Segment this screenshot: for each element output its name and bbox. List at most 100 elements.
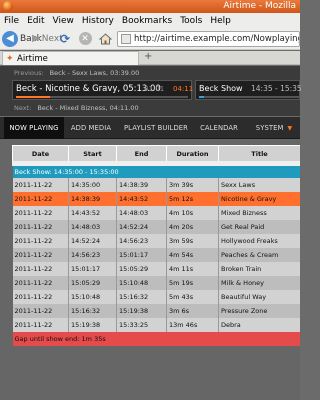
menu-help[interactable]: Help (210, 16, 231, 26)
cell-title: Peaches & Cream (218, 247, 300, 262)
next-track: Beck - Mixed Bizness, 04:11.00 (37, 104, 139, 112)
col-header-date[interactable]: Date (12, 145, 69, 166)
dropdown-caret-icon: ▼ (287, 124, 293, 132)
cell-start: 14:48:03 (68, 219, 117, 234)
table-row[interactable]: 2011-11-22 14:56:23 15:01:17 4m 54s Peaches … (12, 247, 300, 262)
tab-title: Airtime (17, 53, 48, 64)
table-row[interactable]: 2011-11-22 14:43:52 14:48:03 4m 10s Mixed Bi… (12, 205, 300, 220)
table-row[interactable]: 2011-11-22 15:10:48 15:16:32 5m 43s Beautifu… (12, 289, 300, 304)
nav-now-playing[interactable]: NOW PLAYING (4, 117, 64, 139)
cell-date: 2011-11-22 (12, 219, 69, 234)
table-row[interactable]: 2011-11-22 15:16:32 15:19:38 3m 6s Pressure … (12, 303, 300, 318)
cell-date: 2011-11-22 (12, 289, 69, 304)
cell-title: Broken Train (218, 261, 300, 276)
menubar: File Edit View History Bookmarks Tools H… (0, 13, 300, 28)
menu-view[interactable]: View (53, 16, 74, 26)
menu-edit[interactable]: Edit (27, 16, 44, 26)
tab-bar: ✦ Airtime + (0, 51, 300, 65)
menu-bookmarks[interactable]: Bookmarks (122, 16, 172, 26)
table-row[interactable]: 2011-11-22 14:35:00 14:38:39 3m 39s Sexx Law… (12, 177, 300, 192)
menu-file[interactable]: File (4, 16, 19, 26)
nav-calendar[interactable]: CALENDAR (197, 117, 241, 139)
previous-track-line: Previous: Beck - Sexx Laws, 03:39.00 (14, 69, 139, 77)
nav-playlist-builder[interactable]: PLAYLIST BUILDER (122, 117, 190, 139)
menu-tools[interactable]: Tools (180, 16, 202, 26)
cell-title: Sexx Laws (218, 177, 300, 192)
main-content: Date Start End Duration Title Beck Show:… (0, 139, 300, 400)
cell-duration: 13m 46s (166, 317, 219, 332)
schedule-table: Date Start End Duration Title Beck Show:… (12, 145, 300, 346)
menu-history[interactable]: History (82, 16, 114, 26)
firefox-icon (3, 1, 13, 11)
cell-duration: 4m 10s (166, 205, 219, 220)
tab-airtime[interactable]: ✦ Airtime (2, 51, 139, 65)
cell-duration: 5m 19s (166, 275, 219, 290)
cell-title: Nicotine & Gravy (218, 191, 300, 206)
previous-track: Beck - Sexx Laws, 03:39.00 (49, 69, 140, 77)
app-navigation: NOW PLAYING ADD MEDIA PLAYLIST BUILDER C… (0, 117, 300, 139)
cell-start: 14:56:23 (68, 247, 117, 262)
cell-duration: 4m 54s (166, 247, 219, 262)
cell-date: 2011-11-22 (12, 275, 69, 290)
nav-add-media[interactable]: ADD MEDIA (66, 117, 116, 139)
cell-end: 14:38:39 (116, 177, 167, 192)
player-header: Previous: Beck - Sexx Laws, 03:39.00 Beck… (0, 66, 302, 116)
table-row-current[interactable]: 2011-11-22 14:38:39 14:43:52 5m 12s Nicotine… (12, 191, 300, 206)
reload-icon: ⟳ (59, 31, 71, 46)
cell-date: 2011-11-22 (12, 177, 69, 192)
cell-duration: 5m 43s (166, 289, 219, 304)
airtime-tab-icon: ✦ (6, 53, 14, 64)
forward-arrow-icon: ▶ (32, 33, 40, 44)
home-button[interactable] (97, 30, 113, 47)
table-row[interactable]: 2011-11-22 15:01:17 15:05:29 4m 11s Broken T… (12, 261, 300, 276)
current-track-panel: Beck - Nicotine & Gravy, 05:13.00 01:01 … (12, 80, 194, 100)
show-name: Beck Show (199, 84, 243, 93)
show-header-row: Beck Show: 14:35:00 - 15:35:00 (12, 163, 300, 178)
url-bar[interactable]: http://airtime.example.com/Nowplaying/in… (117, 31, 300, 47)
back-arrow-icon: ◀ (2, 30, 18, 47)
cell-title: Hollywood Freaks (218, 233, 300, 248)
cell-title: Pressure Zone (218, 303, 300, 318)
new-tab-button[interactable]: + (144, 51, 152, 62)
cell-title: Debra (218, 317, 300, 332)
gap-row: Gap until show end: 1m 35s (12, 331, 300, 346)
col-header-title[interactable]: Title (218, 145, 300, 166)
cell-date: 2011-11-22 (12, 317, 69, 332)
cell-title: Mixed Bizness (218, 205, 300, 220)
table-row[interactable]: 2011-11-22 14:52:24 14:56:23 3m 59s Hollywoo… (12, 233, 300, 248)
cell-start: 14:35:00 (68, 177, 117, 192)
site-favicon-icon (121, 34, 131, 44)
table-row[interactable]: 2011-11-22 15:05:29 15:10:48 5m 19s Milk & H… (12, 275, 300, 290)
window-title: Airtime - Mozilla (223, 1, 296, 11)
cell-date: 2011-11-22 (12, 205, 69, 220)
table-row[interactable]: 2011-11-22 15:19:38 15:33:25 13m 46s Debra (12, 317, 300, 332)
col-header-end[interactable]: End (116, 145, 167, 166)
reload-button[interactable]: ⟳ (57, 30, 73, 47)
home-icon (98, 32, 112, 44)
nav-system[interactable]: SYSTEM ▼ (250, 117, 298, 139)
current-show-panel: Beck Show 14:35 - 15:35 (195, 80, 302, 100)
cell-title: Beautiful Way (218, 289, 300, 304)
cell-duration: 3m 59s (166, 233, 219, 248)
cell-duration: 4m 20s (166, 219, 219, 234)
table-row[interactable]: 2011-11-22 14:48:03 14:52:24 4m 20s Get Real… (12, 219, 300, 234)
nav-system-label: SYSTEM (255, 124, 284, 132)
stop-button[interactable]: ✕ (77, 30, 93, 47)
window-titlebar: Airtime - Mozilla (0, 0, 300, 13)
next-track-line: Next: Beck - Mixed Bizness, 04:11.00 (14, 104, 139, 112)
stop-icon: ✕ (78, 32, 92, 45)
cell-start: 15:05:29 (68, 275, 117, 290)
col-header-start[interactable]: Start (68, 145, 117, 166)
remaining-time: 04:11 (173, 85, 194, 93)
cell-start: 15:01:17 (68, 261, 117, 276)
show-header-text: Beck Show: 14:35:00 - 15:35:00 (12, 163, 300, 178)
cell-end: 15:05:29 (116, 261, 167, 276)
cell-date: 2011-11-22 (12, 261, 69, 276)
elapsed-time: 01:01 (144, 85, 165, 93)
col-header-duration[interactable]: Duration (166, 145, 219, 166)
cell-date: 2011-11-22 (12, 247, 69, 262)
url-text: http://airtime.example.com/Nowplaying/in… (134, 34, 299, 44)
cell-title: Milk & Honey (218, 275, 300, 290)
cell-end: 14:52:24 (116, 219, 167, 234)
cell-date: 2011-11-22 (12, 303, 69, 318)
